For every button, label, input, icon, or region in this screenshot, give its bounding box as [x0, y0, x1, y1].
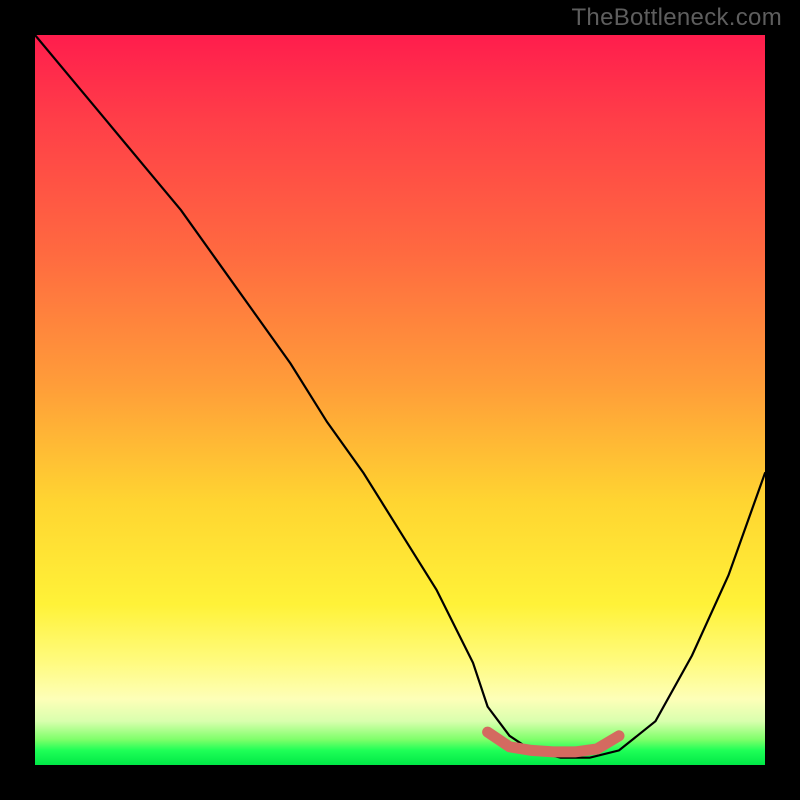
bottleneck-curve [35, 35, 765, 758]
optimal-band-marker [488, 732, 619, 752]
chart-svg [35, 35, 765, 765]
plot-area [35, 35, 765, 765]
chart-frame: TheBottleneck.com [0, 0, 800, 800]
watermark-text: TheBottleneck.com [571, 4, 782, 32]
